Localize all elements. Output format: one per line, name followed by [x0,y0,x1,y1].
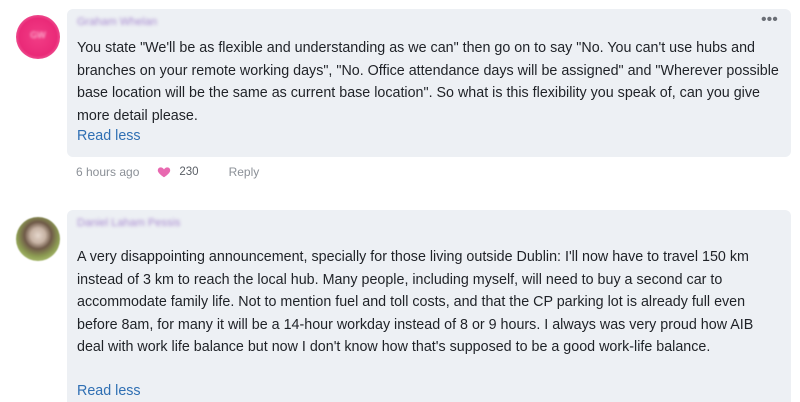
comment-meta: 6 hours ago 230 Reply [76,165,259,179]
read-less-link[interactable]: Read less [77,128,141,144]
heart-icon[interactable] [157,165,171,179]
comment-timestamp: 6 hours ago [76,165,140,179]
comment-item: GW Graham Whelan ••• You state "We'll be… [0,0,800,195]
comment-bubble: Graham Whelan ••• You state "We'll be as… [67,9,791,157]
like-count: 230 [179,166,199,178]
comment-text: A very disappointing announcement, speci… [77,249,754,356]
comment-author[interactable]: Daniel Laham Pessis [77,217,180,229]
comment-text: You state "We'll be as flexible and unde… [77,40,779,124]
comment-author[interactable]: Graham Whelan [77,16,157,28]
read-less-link[interactable]: Read less [77,383,141,399]
more-horizontal-icon[interactable]: ••• [761,12,779,28]
reply-button[interactable]: Reply [229,165,260,179]
comment-feed: GW Graham Whelan ••• You state "We'll be… [0,0,800,402]
comment-item: Daniel Laham Pessis A very disappointing… [0,205,800,402]
avatar[interactable] [16,217,60,261]
avatar-initials: GW [30,30,46,40]
comment-bubble: Daniel Laham Pessis A very disappointing… [67,210,791,402]
avatar[interactable]: GW [16,15,60,59]
